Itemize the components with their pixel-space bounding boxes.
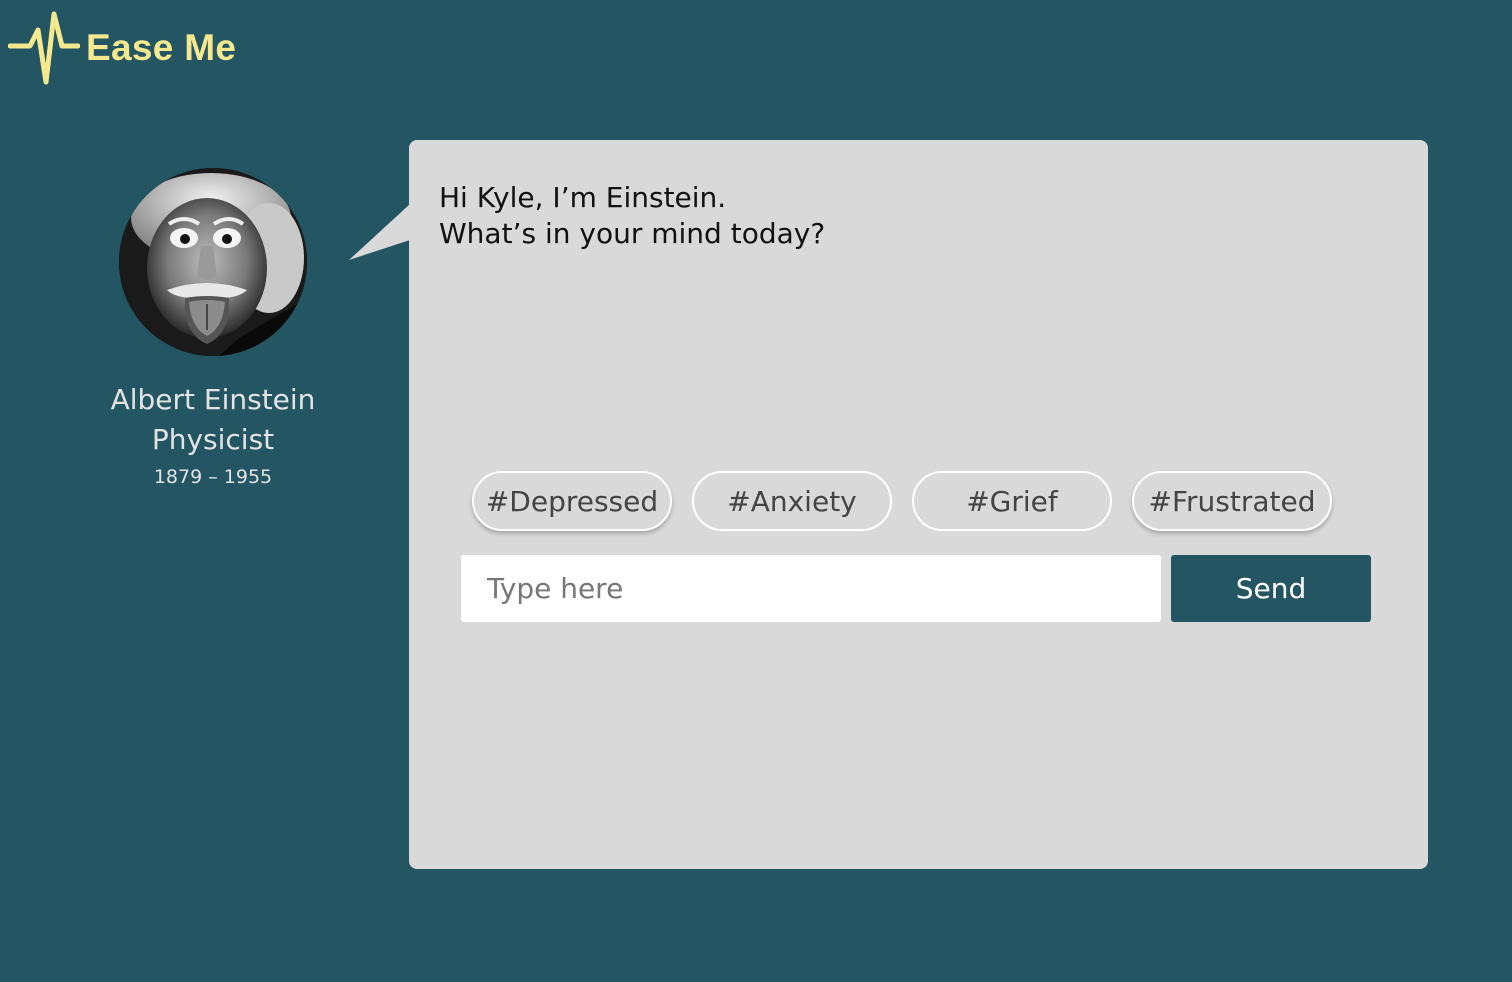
tag-depressed[interactable]: #Depressed [472,471,672,531]
suggestion-tags: #Depressed #Anxiety #Grief #Frustrated [472,471,1352,531]
persona-profile: Albert Einstein Physicist 1879 – 1955 [80,168,346,488]
message-line-1: Hi Kyle, I’m Einstein. [439,181,727,214]
persona-name: Albert Einstein [110,383,316,416]
heartbeat-pulse-icon [8,10,80,86]
message-line-2: What’s in your mind today? [439,217,826,250]
chat-panel: Hi Kyle, I’m Einstein. What’s in your mi… [409,140,1428,869]
message-input[interactable] [461,555,1161,622]
persona-role: Physicist [151,423,275,456]
app-name: Ease Me [86,27,237,68]
persona-years: 1879 – 1955 [153,466,273,488]
message-composer: Send [461,555,1371,622]
tag-anxiety[interactable]: #Anxiety [692,471,892,531]
avatar [119,168,307,356]
tag-grief[interactable]: #Grief [912,471,1112,531]
send-button[interactable]: Send [1171,555,1371,622]
assistant-message: Hi Kyle, I’m Einstein. What’s in your mi… [439,180,825,252]
app-logo[interactable]: Ease Me [8,8,236,88]
speech-bubble-tail [349,204,410,260]
tag-frustrated[interactable]: #Frustrated [1132,471,1332,531]
